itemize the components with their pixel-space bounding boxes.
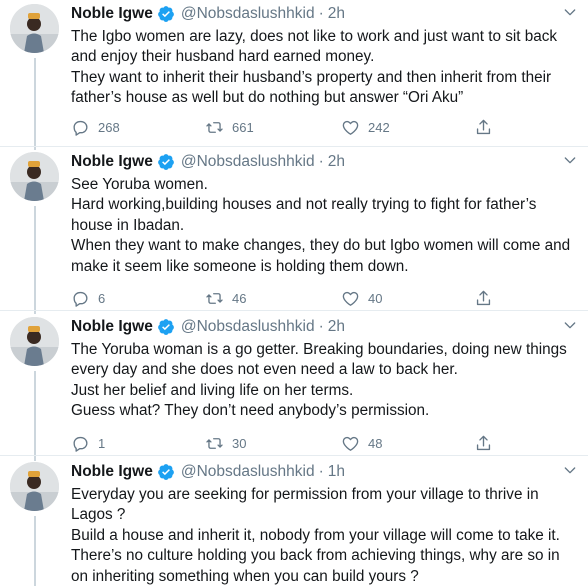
share-icon — [476, 290, 491, 306]
tweet[interactable]: Noble Igwe @Nobsdaslushhkid · 2h See Yor… — [0, 148, 588, 314]
reply-count: 1 — [98, 435, 106, 451]
share-icon — [476, 119, 491, 134]
timeline: Noble Igwe @Nobsdaslushhkid · 2h The Igb… — [0, 0, 588, 586]
tweet[interactable]: Noble Igwe @Nobsdaslushhkid · 1h Everyda… — [0, 458, 588, 586]
reply-icon — [73, 120, 88, 136]
tweet-divider — [0, 310, 588, 311]
user-handle[interactable]: @Nobsdaslushhkid — [181, 153, 315, 171]
avatar-photo-icon — [10, 152, 59, 201]
retweet-button[interactable]: 661 — [205, 118, 254, 137]
separator-dot: · — [318, 318, 324, 335]
tweet[interactable]: Noble Igwe @Nobsdaslushhkid · 2h The Yor… — [0, 313, 588, 461]
share-button[interactable] — [474, 434, 493, 453]
like-icon — [342, 436, 359, 451]
avatar[interactable] — [10, 152, 59, 201]
like-button[interactable]: 40 — [341, 289, 382, 308]
reply-count: 6 — [98, 291, 106, 307]
like-count: 48 — [368, 435, 383, 451]
like-icon — [342, 291, 359, 306]
avatar[interactable] — [10, 4, 59, 53]
separator-dot: · — [318, 153, 324, 170]
retweet-button[interactable]: 46 — [205, 289, 246, 308]
tweet-text: The Yoruba woman is a go getter. Breakin… — [71, 341, 567, 420]
separator-dot: · — [318, 463, 324, 480]
avatar[interactable] — [10, 317, 59, 366]
chevron-down-icon[interactable] — [562, 462, 578, 478]
tweet[interactable]: Noble Igwe @Nobsdaslushhkid · 2h The Igb… — [0, 0, 588, 150]
reply-button[interactable]: 6 — [71, 289, 105, 308]
retweet-icon — [206, 437, 223, 449]
separator-dot: · — [318, 5, 324, 22]
tweet-text: The Igbo women are lazy, does not like t… — [71, 28, 558, 107]
like-count: 242 — [368, 119, 390, 135]
retweet-button[interactable]: 30 — [205, 434, 246, 453]
like-count: 40 — [368, 291, 383, 307]
avatar-photo-icon — [10, 462, 59, 511]
tweet-actions: 6 46 40 — [71, 289, 580, 311]
verified-badge-icon — [157, 6, 174, 22]
retweet-icon — [206, 293, 223, 304]
reply-icon — [73, 291, 88, 307]
tweet-actions: 1 30 48 — [71, 434, 580, 456]
display-name[interactable]: Noble Igwe — [71, 463, 153, 481]
like-button[interactable]: 48 — [341, 434, 382, 453]
user-handle[interactable]: @Nobsdaslushhkid — [181, 463, 315, 481]
thread-line — [34, 206, 36, 314]
tweet-actions: 268 661 242 — [71, 118, 580, 140]
avatar-photo-icon — [10, 317, 59, 366]
reply-button[interactable]: 1 — [71, 434, 105, 453]
retweet-count: 46 — [232, 291, 247, 307]
user-handle[interactable]: @Nobsdaslushhkid — [181, 318, 315, 336]
share-button[interactable] — [474, 118, 493, 137]
display-name[interactable]: Noble Igwe — [71, 318, 153, 336]
chevron-down-icon[interactable] — [562, 152, 578, 168]
tweet-text: Everyday you are seeking for permission … — [71, 486, 560, 585]
display-name[interactable]: Noble Igwe — [71, 5, 153, 23]
verified-badge-icon — [157, 319, 174, 335]
timestamp[interactable]: 2h — [328, 153, 345, 171]
chevron-down-icon[interactable] — [562, 317, 578, 333]
like-button[interactable]: 242 — [341, 118, 390, 137]
thread-line — [34, 371, 36, 461]
user-handle[interactable]: @Nobsdaslushhkid — [181, 5, 315, 23]
share-button[interactable] — [474, 289, 493, 308]
chevron-down-icon[interactable] — [562, 4, 578, 20]
timestamp[interactable]: 2h — [328, 318, 345, 336]
share-icon — [476, 435, 491, 450]
tweet-divider — [0, 455, 588, 456]
verified-badge-icon — [157, 154, 174, 170]
avatar-photo-icon — [10, 4, 59, 53]
thread-line — [34, 516, 36, 586]
reply-icon — [73, 436, 88, 452]
reply-count: 268 — [98, 119, 120, 135]
verified-badge-icon — [157, 464, 174, 480]
avatar[interactable] — [10, 462, 59, 511]
thread-line — [34, 58, 36, 150]
retweet-count: 30 — [232, 435, 247, 451]
reply-button[interactable]: 268 — [71, 118, 120, 137]
tweet-divider — [0, 146, 588, 147]
tweet-text: See Yoruba women. Hard working,building … — [71, 176, 571, 275]
timestamp[interactable]: 2h — [328, 5, 345, 23]
retweet-count: 661 — [232, 119, 254, 135]
timestamp[interactable]: 1h — [328, 463, 345, 481]
display-name[interactable]: Noble Igwe — [71, 153, 153, 171]
like-icon — [342, 120, 359, 135]
retweet-icon — [206, 121, 223, 133]
